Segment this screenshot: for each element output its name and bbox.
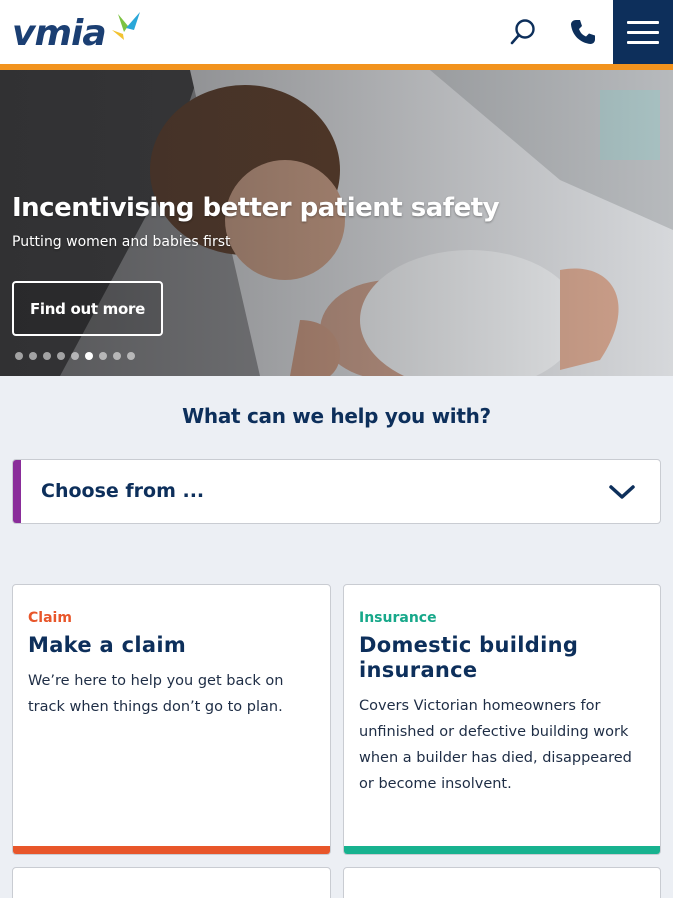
select-accent — [13, 460, 21, 523]
hero-title: Incentivising better patient safety — [12, 193, 500, 223]
find-out-more-button[interactable]: Find out more — [12, 281, 163, 336]
carousel-dot[interactable] — [71, 352, 79, 360]
chevron-down-icon — [609, 485, 635, 499]
card-make-a-claim[interactable]: Claim Make a claim We’re here to help yo… — [12, 584, 331, 855]
phone-button[interactable] — [563, 12, 603, 52]
carousel-dot[interactable] — [127, 352, 135, 360]
card-partial[interactable] — [12, 867, 331, 898]
search-button[interactable] — [503, 12, 543, 52]
carousel-dot[interactable] — [29, 352, 37, 360]
card-accent-bar — [13, 846, 330, 854]
card-description: We’re here to help you get back on track… — [28, 673, 284, 715]
card-accent-bar — [344, 846, 660, 854]
hamburger-menu-icon — [627, 20, 659, 24]
card-title: Make a claim — [28, 633, 187, 657]
logo-mark-icon — [112, 12, 140, 40]
carousel-dot[interactable] — [113, 352, 121, 360]
carousel-dot[interactable] — [99, 352, 107, 360]
site-header: vmia — [0, 0, 673, 64]
carousel-dot[interactable] — [15, 352, 23, 360]
phone-icon — [571, 20, 595, 44]
help-topic-select[interactable]: Choose from ... — [12, 459, 661, 524]
carousel-dot[interactable] — [57, 352, 65, 360]
card-category: Insurance — [359, 610, 437, 626]
carousel-dots — [15, 352, 135, 360]
card-domestic-building-insurance[interactable]: Insurance Domestic building insurance Co… — [343, 584, 661, 855]
help-title: What can we help you with? — [182, 404, 491, 428]
logo-wordmark: vmia — [12, 13, 107, 54]
hero-carousel: Incentivising better patient safety Putt… — [0, 70, 673, 376]
card-description: Covers Victorian homeowners for unfinish… — [359, 698, 632, 792]
select-value: Choose from ... — [41, 480, 205, 502]
card-partial[interactable] — [343, 867, 661, 898]
hero-subtitle: Putting women and babies first — [12, 234, 231, 250]
card-category: Claim — [28, 610, 72, 626]
carousel-dot-active[interactable] — [85, 352, 93, 360]
carousel-dot[interactable] — [43, 352, 51, 360]
vmia-logo[interactable]: vmia — [12, 10, 140, 56]
menu-button[interactable] — [613, 0, 673, 64]
card-title: Domestic building insurance — [359, 633, 579, 682]
search-icon — [510, 19, 535, 45]
